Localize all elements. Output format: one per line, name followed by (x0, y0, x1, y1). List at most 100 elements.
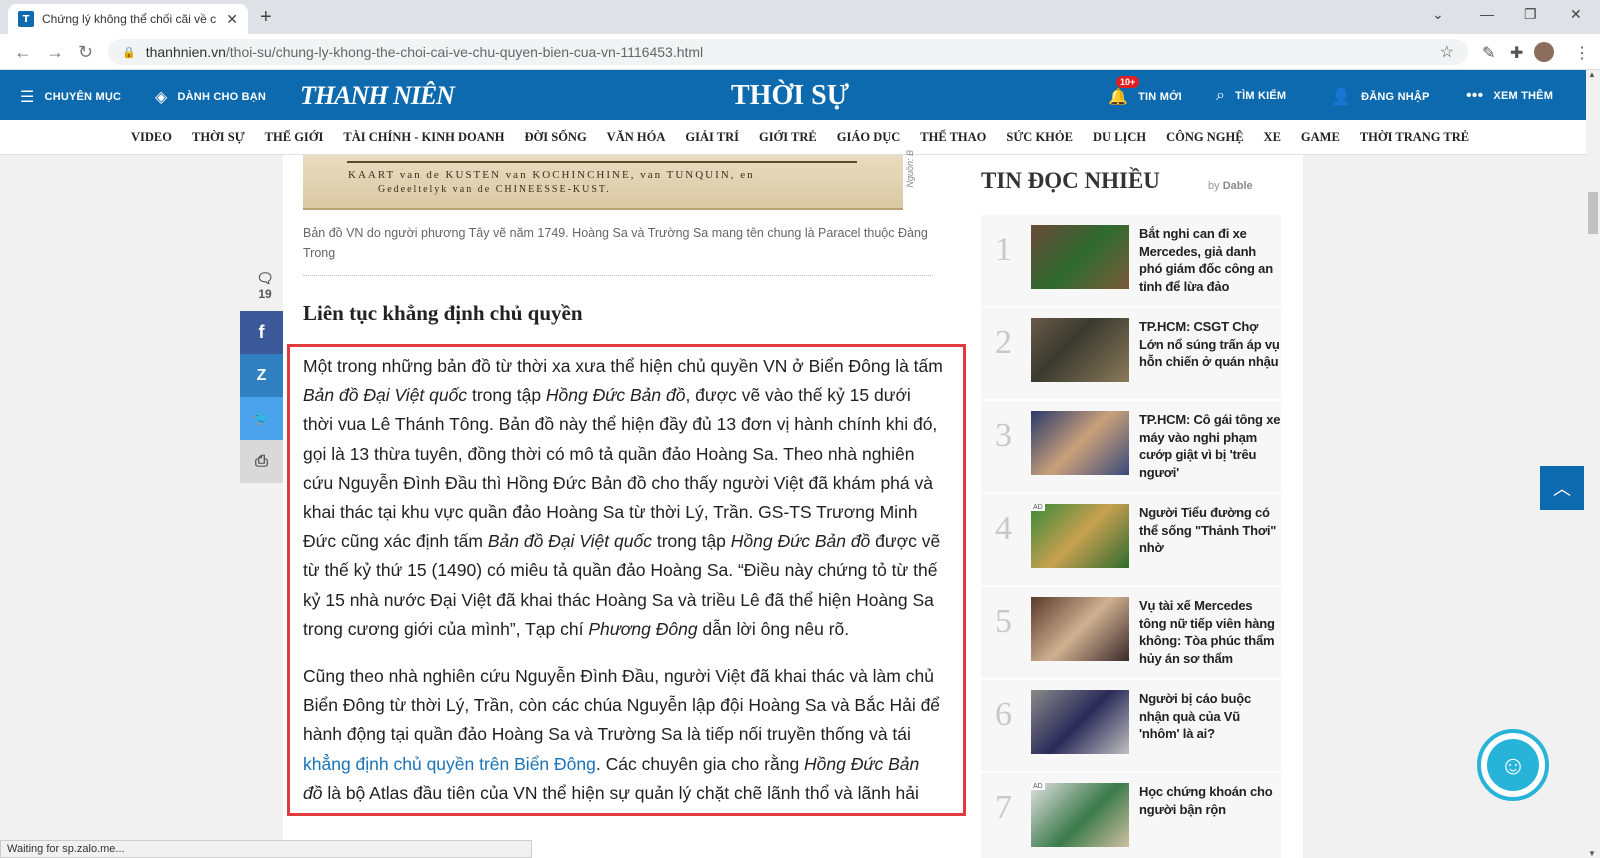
scroll-up-icon[interactable]: ▲ (1588, 70, 1596, 79)
rank-number: 1 (995, 231, 1012, 268)
category-item[interactable]: VIDEO (131, 130, 172, 145)
close-tab-icon[interactable]: ✕ (226, 11, 238, 28)
browser-tabbar: T Chứng lý không thể chối cãi về c ✕ + ⌄… (0, 0, 1600, 34)
article-thumbnail[interactable] (1031, 411, 1129, 475)
url-host: thanhnien.vn (145, 44, 226, 60)
extension-icon[interactable]: ✎ (1482, 43, 1495, 63)
category-item[interactable]: GIỚI TRẺ (759, 130, 817, 145)
bookmark-star-icon[interactable]: ☆ (1440, 42, 1454, 62)
address-bar[interactable]: 🔒 thanhnien.vn/thoi-su/chung-ly-khong-th… (108, 39, 1468, 65)
category-item[interactable]: ĐỜI SỐNG (525, 130, 587, 145)
article-thumbnail[interactable] (1031, 690, 1129, 754)
sovereignty-link[interactable]: khẳng định chủ quyền trên Biển Đông (303, 754, 596, 774)
chatbot-face-icon: ☺ (1487, 739, 1539, 791)
category-item[interactable]: THẾ GIỚI (265, 130, 324, 145)
notification-badge: 10+ (1116, 76, 1140, 88)
browser-toolbar: ← → ↻ 🔒 thanhnien.vn/thoi-su/chung-ly-kh… (0, 34, 1600, 70)
user-icon: 👤 (1331, 89, 1352, 106)
ad-badge: AD (1031, 783, 1045, 790)
extensions-puzzle-icon[interactable]: ✚ (1510, 43, 1523, 63)
facebook-share-button[interactable]: f (240, 311, 283, 354)
back-to-top-button[interactable]: ︿ (1540, 466, 1584, 510)
search-button[interactable]: ⌕ TÌM KIẾM (1216, 87, 1286, 105)
category-item[interactable]: GIẢI TRÍ (685, 130, 739, 145)
category-item[interactable]: VĂN HÓA (607, 130, 666, 145)
image-caption: Bản đồ VN do người phương Tây vẽ năm 174… (303, 224, 933, 276)
site-favicon: T (18, 11, 34, 27)
back-icon[interactable]: ← (14, 42, 32, 63)
rank-number: 7 (995, 789, 1012, 826)
zalo-share-button[interactable]: Z (240, 354, 283, 397)
most-read-item[interactable]: 4 AD Người Tiểu đường có thể sống "Thảnh T… (981, 494, 1281, 587)
article-thumbnail[interactable] (1031, 783, 1129, 847)
historic-map-image[interactable]: KAART van de KUSTEN van KOCHINCHINE, van… (303, 155, 903, 210)
chatbot-button[interactable]: ☺ (1477, 729, 1549, 801)
close-window-icon[interactable]: ✕ (1570, 6, 1582, 23)
bell-icon: 🔔 (1108, 89, 1129, 106)
article-title[interactable]: Người Tiểu đường có thể sống "Thảnh Thơi… (1139, 504, 1281, 557)
article-thumbnail[interactable] (1031, 225, 1129, 289)
category-item[interactable]: XE (1264, 130, 1281, 145)
url-path: /thoi-su/chung-ly-khong-the-choi-cai-ve-… (225, 44, 704, 60)
article-thumbnail[interactable] (1031, 597, 1129, 661)
for-you-label: DÀNH CHO BẠN (177, 91, 267, 103)
most-read-item[interactable]: 3 TP.HCM: Cô gái tông xe máy vào nghi phạ… (981, 401, 1281, 494)
category-item[interactable]: CÔNG NGHỆ (1166, 130, 1243, 145)
profile-avatar[interactable] (1534, 42, 1554, 62)
comment-icon: 🗨 (256, 270, 274, 286)
most-read-item[interactable]: 1 Bắt nghi can đi xe Mercedes, giả danh p… (981, 215, 1281, 308)
article-title[interactable]: TP.HCM: Cô gái tông xe máy vào nghi phạm… (1139, 411, 1281, 481)
reload-icon[interactable]: ↻ (78, 42, 93, 63)
rank-number: 5 (995, 603, 1012, 640)
most-read-list: 1 Bắt nghi can đi xe Mercedes, giả danh p… (981, 215, 1281, 858)
article-title[interactable]: Người bị cáo buộc nhận quà của Vũ 'nhôm'… (1139, 690, 1281, 743)
news-button[interactable]: 🔔 TIN MỚI (1108, 87, 1182, 107)
category-menu-button[interactable]: ☰ CHUYÊN MỤC (20, 87, 121, 107)
status-bar: Waiting for sp.zalo.me... (0, 840, 532, 858)
paragraph-1: Một trong những bản đồ từ thời xa xưa th… (303, 356, 943, 639)
minimize-icon[interactable]: — (1480, 6, 1494, 22)
category-item[interactable]: THỜI TRANG TRẺ (1360, 130, 1469, 145)
paragraph-2: Cũng theo nhà nghiên cứu Nguyễn Đình Đầu… (303, 666, 941, 803)
ad-badge: AD (1031, 504, 1045, 511)
tab-title: Chứng lý không thể chối cãi về c (42, 12, 217, 26)
category-item[interactable]: THỂ THAO (920, 130, 986, 145)
rank-number: 4 (995, 510, 1012, 547)
article-thumbnail[interactable] (1031, 318, 1129, 382)
article-title[interactable]: Học chứng khoán cho người bận rộn (1139, 783, 1281, 818)
section-title[interactable]: THỜI SỰ (690, 80, 890, 112)
page-scrollbar[interactable]: ▲ ▼ (1586, 70, 1600, 858)
category-item[interactable]: GIÁO DỤC (837, 130, 901, 145)
category-item[interactable]: SỨC KHỎE (1006, 130, 1073, 145)
category-item[interactable]: TÀI CHÍNH - KINH DOANH (343, 130, 504, 145)
login-button[interactable]: 👤 ĐĂNG NHẬP (1331, 87, 1430, 107)
map-frame (347, 155, 857, 163)
article-title[interactable]: TP.HCM: CSGT Chợ Lớn nổ súng trấn áp vụ … (1139, 318, 1281, 371)
for-you-button[interactable]: ◈ DÀNH CHO BẠN (155, 87, 266, 107)
scrollbar-thumb[interactable] (1588, 192, 1598, 234)
browser-menu-icon[interactable]: ⋮ (1574, 43, 1590, 63)
most-read-item[interactable]: 7 AD Học chứng khoán cho người bận rộn (981, 773, 1281, 858)
print-button[interactable]: ⎙ (240, 440, 283, 483)
article-thumbnail[interactable] (1031, 504, 1129, 568)
scroll-down-icon[interactable]: ▼ (1588, 849, 1596, 858)
browser-tab[interactable]: T Chứng lý không thể chối cãi về c ✕ (8, 4, 248, 34)
tab-search-icon[interactable]: ⌄ (1432, 6, 1444, 23)
new-tab-icon[interactable]: + (260, 6, 272, 29)
category-item[interactable]: THỜI SỰ (192, 130, 245, 145)
most-read-item[interactable]: 2 TP.HCM: CSGT Chợ Lớn nổ súng trấn áp vụ… (981, 308, 1281, 401)
category-nav: VIDEO THỜI SỰ THẾ GIỚI TÀI CHÍNH - KINH DOA… (0, 120, 1586, 155)
category-item[interactable]: GAME (1301, 130, 1340, 145)
chevron-up-icon: ︿ (1553, 479, 1571, 499)
most-read-item[interactable]: 5 Vụ tài xế Mercedes tông nữ tiếp viên hà… (981, 587, 1281, 680)
most-read-item[interactable]: 6 Người bị cáo buộc nhận quà của Vũ 'nhôm… (981, 680, 1281, 773)
forward-icon[interactable]: → (46, 42, 64, 63)
site-logo[interactable]: THANH NIÊN (300, 81, 455, 111)
article-title[interactable]: Bắt nghi can đi xe Mercedes, giả danh ph… (1139, 225, 1281, 295)
twitter-share-button[interactable]: 🐦 (240, 397, 283, 440)
category-item[interactable]: DU LỊCH (1093, 130, 1146, 145)
restore-icon[interactable]: ❐ (1524, 6, 1537, 23)
more-button[interactable]: ••• XEM THÊM (1466, 87, 1553, 105)
article-title[interactable]: Vụ tài xế Mercedes tông nữ tiếp viên hàn… (1139, 597, 1281, 667)
comment-count[interactable]: 🗨 19 (252, 270, 278, 301)
